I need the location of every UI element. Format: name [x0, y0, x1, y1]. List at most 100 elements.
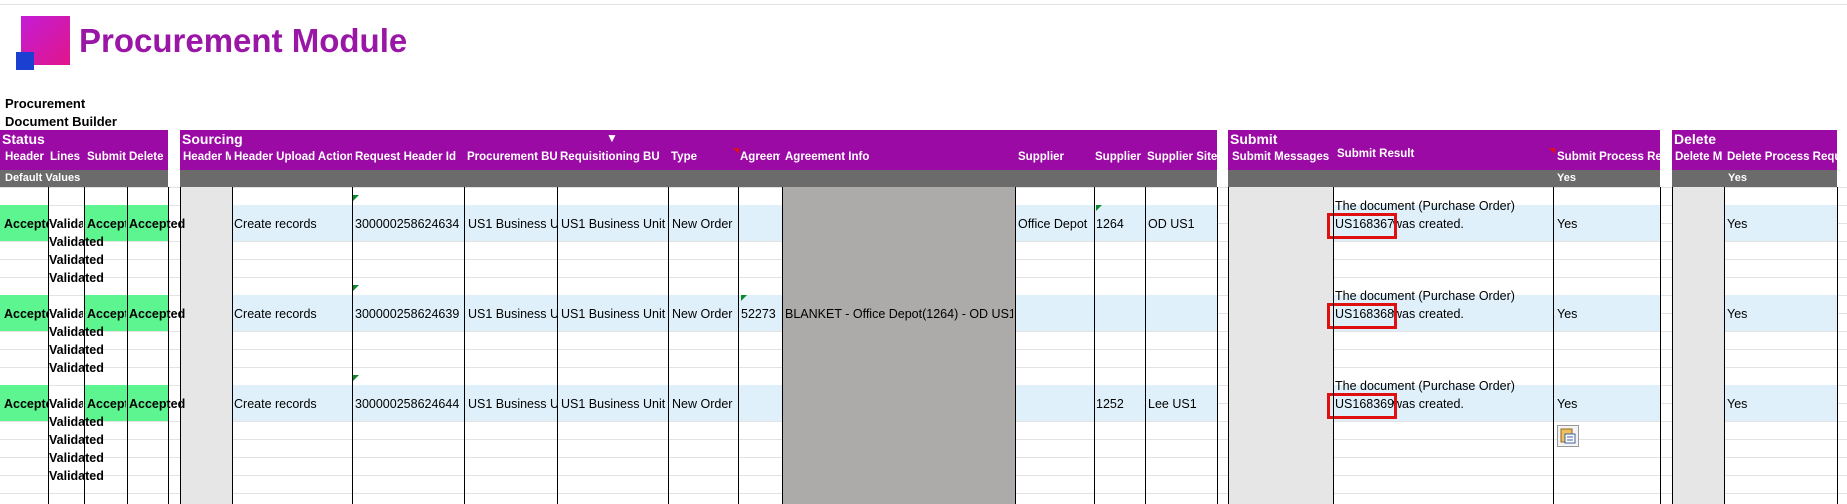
procurement-bu-cell[interactable]: US1 Business Un: [468, 307, 557, 321]
row-highlight: [1015, 295, 1217, 331]
column-separator: [557, 187, 558, 504]
lines-validated-value[interactable]: Validated: [49, 469, 129, 483]
cell-note-icon[interactable]: [1096, 205, 1102, 211]
status-submit-value[interactable]: Accept: [87, 307, 126, 321]
col-header-request-header-id[interactable]: Request Header Id: [355, 151, 463, 163]
default-delete-process[interactable]: Yes: [1728, 172, 1747, 184]
cell-note-icon[interactable]: [353, 375, 359, 381]
lines-validated-value[interactable]: Validated: [49, 253, 129, 267]
default-values-label: Default Values: [5, 172, 81, 184]
cell-note-icon[interactable]: [353, 195, 359, 201]
filter-arrow-icon[interactable]: ▼: [606, 131, 618, 145]
col-header-status-delete[interactable]: Delete: [129, 151, 167, 163]
lines-validated-value[interactable]: Validated: [49, 451, 129, 465]
col-header-delete-messages[interactable]: Delete M: [1675, 151, 1722, 163]
comment-marker-icon[interactable]: [733, 148, 739, 154]
cell-note-icon[interactable]: [741, 295, 747, 301]
requisitioning-bu-cell[interactable]: US1 Business Unit: [561, 307, 668, 321]
lines-validated-value[interactable]: Validated: [49, 325, 129, 339]
col-header-procurement-bu[interactable]: Procurement BU: [467, 151, 557, 163]
lines-validated-value[interactable]: Validated: [49, 433, 129, 447]
submit-process-cell[interactable]: Yes: [1557, 217, 1657, 231]
submit-result-text[interactable]: The document (Purchase Order): [1335, 199, 1545, 213]
lines-validated-value[interactable]: Validated: [49, 271, 129, 285]
column-separator: [668, 187, 669, 504]
column-separator: [84, 187, 85, 504]
paste-options-icon[interactable]: [1557, 425, 1579, 447]
status-submit-value[interactable]: Accept: [87, 217, 126, 231]
supplier-site-cell[interactable]: Lee US1: [1148, 397, 1216, 411]
status-lines-value[interactable]: Valida: [49, 307, 83, 321]
upload-action-cell[interactable]: Create records: [234, 217, 352, 231]
default-values-bar-sourcing: [180, 170, 1217, 187]
column-separator: [127, 187, 128, 504]
col-header-header-messages[interactable]: Header M: [183, 151, 231, 163]
col-header-supplier-site[interactable]: Supplier Site: [1147, 151, 1217, 163]
cell-note-icon[interactable]: [353, 285, 359, 291]
col-header-supplier[interactable]: Supplier: [1018, 151, 1092, 163]
request-header-id-cell[interactable]: 300000258624644: [355, 397, 465, 411]
supplier-number-cell[interactable]: 1252: [1096, 397, 1143, 411]
column-separator: [1145, 187, 1146, 504]
col-header-agreement-info[interactable]: Agreement Info: [785, 151, 1015, 163]
agreement-cell[interactable]: 52273: [741, 307, 781, 321]
col-header-submit-process[interactable]: Submit Process Re: [1557, 151, 1661, 163]
submit-result-text-suffix[interactable]: was created.: [1393, 307, 1493, 321]
upload-action-cell[interactable]: Create records: [234, 307, 352, 321]
default-submit-process[interactable]: Yes: [1557, 172, 1576, 184]
submit-process-cell[interactable]: Yes: [1557, 307, 1657, 321]
type-cell[interactable]: New Order: [672, 307, 738, 321]
col-header-type[interactable]: Type: [671, 151, 737, 163]
status-header-value[interactable]: Accepted: [4, 217, 48, 231]
submit-result-text-suffix[interactable]: was created.: [1393, 217, 1493, 231]
requisitioning-bu-cell[interactable]: US1 Business Unit: [561, 217, 668, 231]
column-separator: [1228, 187, 1229, 504]
upload-action-cell[interactable]: Create records: [234, 397, 352, 411]
header-messages-column: [180, 187, 232, 504]
supplier-number-cell[interactable]: 1264: [1096, 217, 1143, 231]
agreement-info-cell[interactable]: BLANKET - Office Depot(1264) - OD US1: [785, 307, 1013, 321]
delete-process-cell[interactable]: Yes: [1727, 397, 1827, 411]
procurement-bu-cell[interactable]: US1 Business Un: [468, 397, 557, 411]
procurement-bu-cell[interactable]: US1 Business Un: [468, 217, 557, 231]
lines-validated-value[interactable]: Validated: [49, 343, 129, 357]
lines-validated-value[interactable]: Validated: [49, 361, 129, 375]
column-separator: [738, 187, 739, 504]
col-header-status-header[interactable]: Header: [5, 151, 45, 163]
column-separator: [1672, 187, 1673, 504]
submit-result-text[interactable]: The document (Purchase Order): [1335, 379, 1545, 393]
type-cell[interactable]: New Order: [672, 217, 738, 231]
submit-result-text-suffix[interactable]: was created.: [1393, 397, 1493, 411]
lines-validated-value[interactable]: Validated: [49, 415, 129, 429]
column-separator: [180, 187, 181, 504]
status-header-value[interactable]: Accepted: [4, 307, 48, 321]
col-header-delete-process[interactable]: Delete Process Requ: [1727, 151, 1837, 163]
delete-section-header: Delete: [1672, 130, 1837, 170]
col-header-status-lines[interactable]: Lines: [50, 151, 82, 163]
status-lines-value[interactable]: Valida: [49, 397, 83, 411]
col-header-status-submit[interactable]: Submit: [87, 151, 127, 163]
request-header-id-cell[interactable]: 300000258624634: [355, 217, 465, 231]
type-cell[interactable]: New Order: [672, 397, 738, 411]
subtitle-procurement: Procurement: [5, 96, 86, 111]
status-lines-value[interactable]: Valida: [49, 217, 83, 231]
supplier-cell[interactable]: Office Depot: [1018, 217, 1092, 231]
status-submit-value[interactable]: Accept: [87, 397, 126, 411]
col-header-agreement[interactable]: Agreem: [740, 151, 780, 163]
supplier-site-cell[interactable]: OD US1: [1148, 217, 1216, 231]
submit-result-text[interactable]: The document (Purchase Order): [1335, 289, 1545, 303]
comment-marker-icon[interactable]: [1549, 148, 1555, 154]
delete-process-cell[interactable]: Yes: [1727, 307, 1827, 321]
col-header-supplier-number[interactable]: Supplier: [1095, 151, 1143, 163]
request-header-id-cell[interactable]: 300000258624639: [355, 307, 465, 321]
delete-process-cell[interactable]: Yes: [1727, 217, 1827, 231]
col-header-submit-result[interactable]: Submit Result: [1337, 148, 1507, 160]
status-header-value[interactable]: Accepted: [4, 397, 48, 411]
submit-process-cell[interactable]: Yes: [1557, 397, 1657, 411]
col-header-submit-messages[interactable]: Submit Messages: [1232, 151, 1334, 163]
lines-validated-value[interactable]: Validated: [49, 235, 129, 249]
agreement-info-column: [782, 187, 1015, 504]
requisitioning-bu-cell[interactable]: US1 Business Unit: [561, 397, 668, 411]
col-header-header-upload-action[interactable]: Header Upload Action: [234, 151, 352, 163]
col-header-requisitioning-bu[interactable]: Requisitioning BU: [560, 151, 668, 163]
